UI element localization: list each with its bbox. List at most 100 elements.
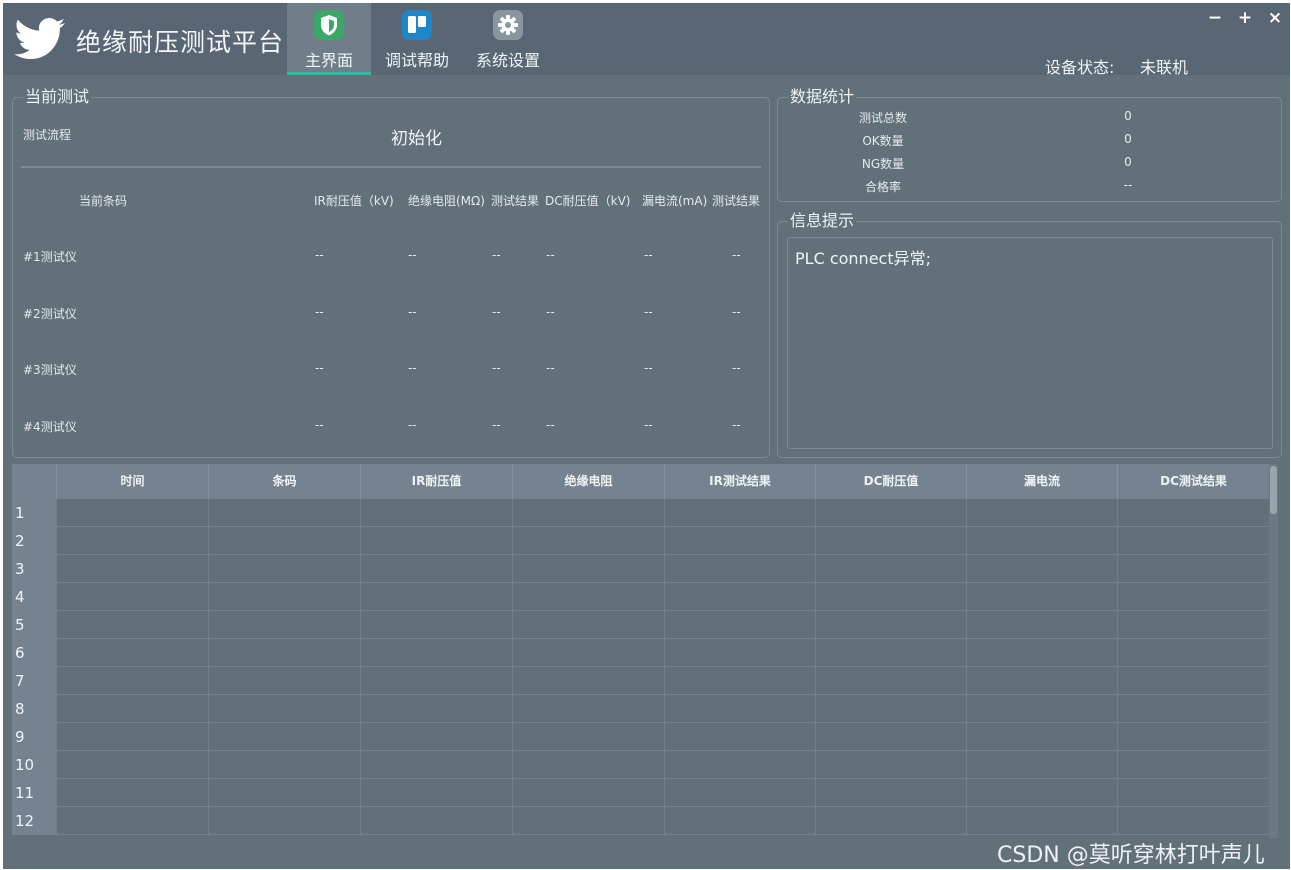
col-header-ir-result[interactable]: IR测试结果	[664, 464, 815, 499]
table-cell[interactable]	[664, 527, 815, 555]
table-cell[interactable]	[966, 723, 1117, 751]
records-table[interactable]: 时间 条码 IR耐压值 绝缘电阻 IR测试结果 DC耐压值 漏电流 DC测试结果…	[12, 464, 1278, 838]
table-cell[interactable]	[56, 555, 208, 583]
table-cell[interactable]	[1117, 611, 1269, 639]
table-cell[interactable]	[815, 499, 966, 527]
table-cell[interactable]	[360, 723, 512, 751]
table-cell[interactable]	[664, 807, 815, 835]
table-cell[interactable]	[966, 779, 1117, 807]
table-cell[interactable]	[360, 555, 512, 583]
table-cell[interactable]	[360, 779, 512, 807]
col-header-dc-voltage[interactable]: DC耐压值	[815, 464, 966, 499]
table-cell[interactable]	[208, 639, 360, 667]
table-cell[interactable]	[360, 751, 512, 779]
table-cell[interactable]	[1117, 807, 1269, 835]
table-cell[interactable]	[966, 583, 1117, 611]
scrollbar-thumb[interactable]	[1270, 466, 1277, 514]
table-cell[interactable]	[664, 639, 815, 667]
table-cell[interactable]	[56, 751, 208, 779]
table-cell[interactable]	[512, 527, 664, 555]
table-cell[interactable]	[208, 695, 360, 723]
table-cell[interactable]	[208, 667, 360, 695]
table-cell[interactable]	[815, 751, 966, 779]
table-row[interactable]: 4	[12, 583, 1269, 611]
table-cell[interactable]	[512, 779, 664, 807]
table-cell[interactable]	[360, 639, 512, 667]
table-cell[interactable]	[664, 751, 815, 779]
table-row[interactable]: 10	[12, 751, 1269, 779]
table-row[interactable]: 8	[12, 695, 1269, 723]
table-cell[interactable]	[966, 639, 1117, 667]
table-cell[interactable]	[1117, 751, 1269, 779]
table-cell[interactable]	[966, 555, 1117, 583]
table-cell[interactable]	[56, 527, 208, 555]
table-cell[interactable]	[208, 751, 360, 779]
table-cell[interactable]	[1117, 499, 1269, 527]
table-cell[interactable]	[360, 611, 512, 639]
table-cell[interactable]	[360, 527, 512, 555]
table-cell[interactable]	[664, 667, 815, 695]
table-cell[interactable]	[208, 527, 360, 555]
table-cell[interactable]	[966, 527, 1117, 555]
table-cell[interactable]	[56, 611, 208, 639]
table-cell[interactable]	[1117, 639, 1269, 667]
table-cell[interactable]	[512, 583, 664, 611]
table-cell[interactable]	[208, 499, 360, 527]
table-cell[interactable]	[56, 695, 208, 723]
table-cell[interactable]	[664, 723, 815, 751]
col-header-barcode[interactable]: 条码	[208, 464, 360, 499]
tab-debug-help[interactable]: 调试帮助	[375, 3, 459, 75]
vertical-scrollbar[interactable]	[1269, 464, 1278, 838]
table-cell[interactable]	[56, 723, 208, 751]
table-row[interactable]: 5	[12, 611, 1269, 639]
table-cell[interactable]	[664, 499, 815, 527]
table-row[interactable]: 7	[12, 667, 1269, 695]
table-cell[interactable]	[1117, 667, 1269, 695]
table-cell[interactable]	[56, 807, 208, 835]
close-button[interactable]: ×	[1266, 9, 1284, 27]
table-cell[interactable]	[664, 695, 815, 723]
table-cell[interactable]	[360, 807, 512, 835]
table-cell[interactable]	[815, 527, 966, 555]
table-row[interactable]: 1	[12, 499, 1269, 527]
table-cell[interactable]	[512, 807, 664, 835]
col-header-ir-voltage[interactable]: IR耐压值	[360, 464, 512, 499]
table-cell[interactable]	[512, 555, 664, 583]
table-cell[interactable]	[815, 807, 966, 835]
table-cell[interactable]	[512, 667, 664, 695]
table-cell[interactable]	[966, 807, 1117, 835]
table-cell[interactable]	[360, 667, 512, 695]
info-message-box[interactable]: PLC connect异常;	[787, 237, 1273, 449]
minimize-button[interactable]: −	[1206, 9, 1224, 27]
table-cell[interactable]	[966, 611, 1117, 639]
col-header-time[interactable]: 时间	[56, 464, 208, 499]
table-cell[interactable]	[664, 611, 815, 639]
table-cell[interactable]	[56, 499, 208, 527]
table-cell[interactable]	[664, 583, 815, 611]
table-cell[interactable]	[208, 807, 360, 835]
table-row[interactable]: 3	[12, 555, 1269, 583]
col-header-leakage[interactable]: 漏电流	[966, 464, 1117, 499]
table-cell[interactable]	[56, 583, 208, 611]
col-header-dc-result[interactable]: DC测试结果	[1117, 464, 1269, 499]
table-cell[interactable]	[56, 779, 208, 807]
table-cell[interactable]	[512, 611, 664, 639]
table-cell[interactable]	[966, 499, 1117, 527]
table-cell[interactable]	[1117, 723, 1269, 751]
col-header-insulation[interactable]: 绝缘电阻	[512, 464, 664, 499]
tab-system-settings[interactable]: 系统设置	[466, 3, 550, 75]
table-cell[interactable]	[1117, 527, 1269, 555]
table-cell[interactable]	[512, 695, 664, 723]
table-row[interactable]: 2	[12, 527, 1269, 555]
table-cell[interactable]	[815, 555, 966, 583]
table-cell[interactable]	[1117, 583, 1269, 611]
table-cell[interactable]	[512, 639, 664, 667]
table-cell[interactable]	[360, 499, 512, 527]
table-cell[interactable]	[360, 695, 512, 723]
table-cell[interactable]	[815, 779, 966, 807]
table-cell[interactable]	[208, 583, 360, 611]
table-cell[interactable]	[815, 723, 966, 751]
maximize-button[interactable]: +	[1236, 9, 1254, 27]
table-row[interactable]: 11	[12, 779, 1269, 807]
table-cell[interactable]	[1117, 695, 1269, 723]
